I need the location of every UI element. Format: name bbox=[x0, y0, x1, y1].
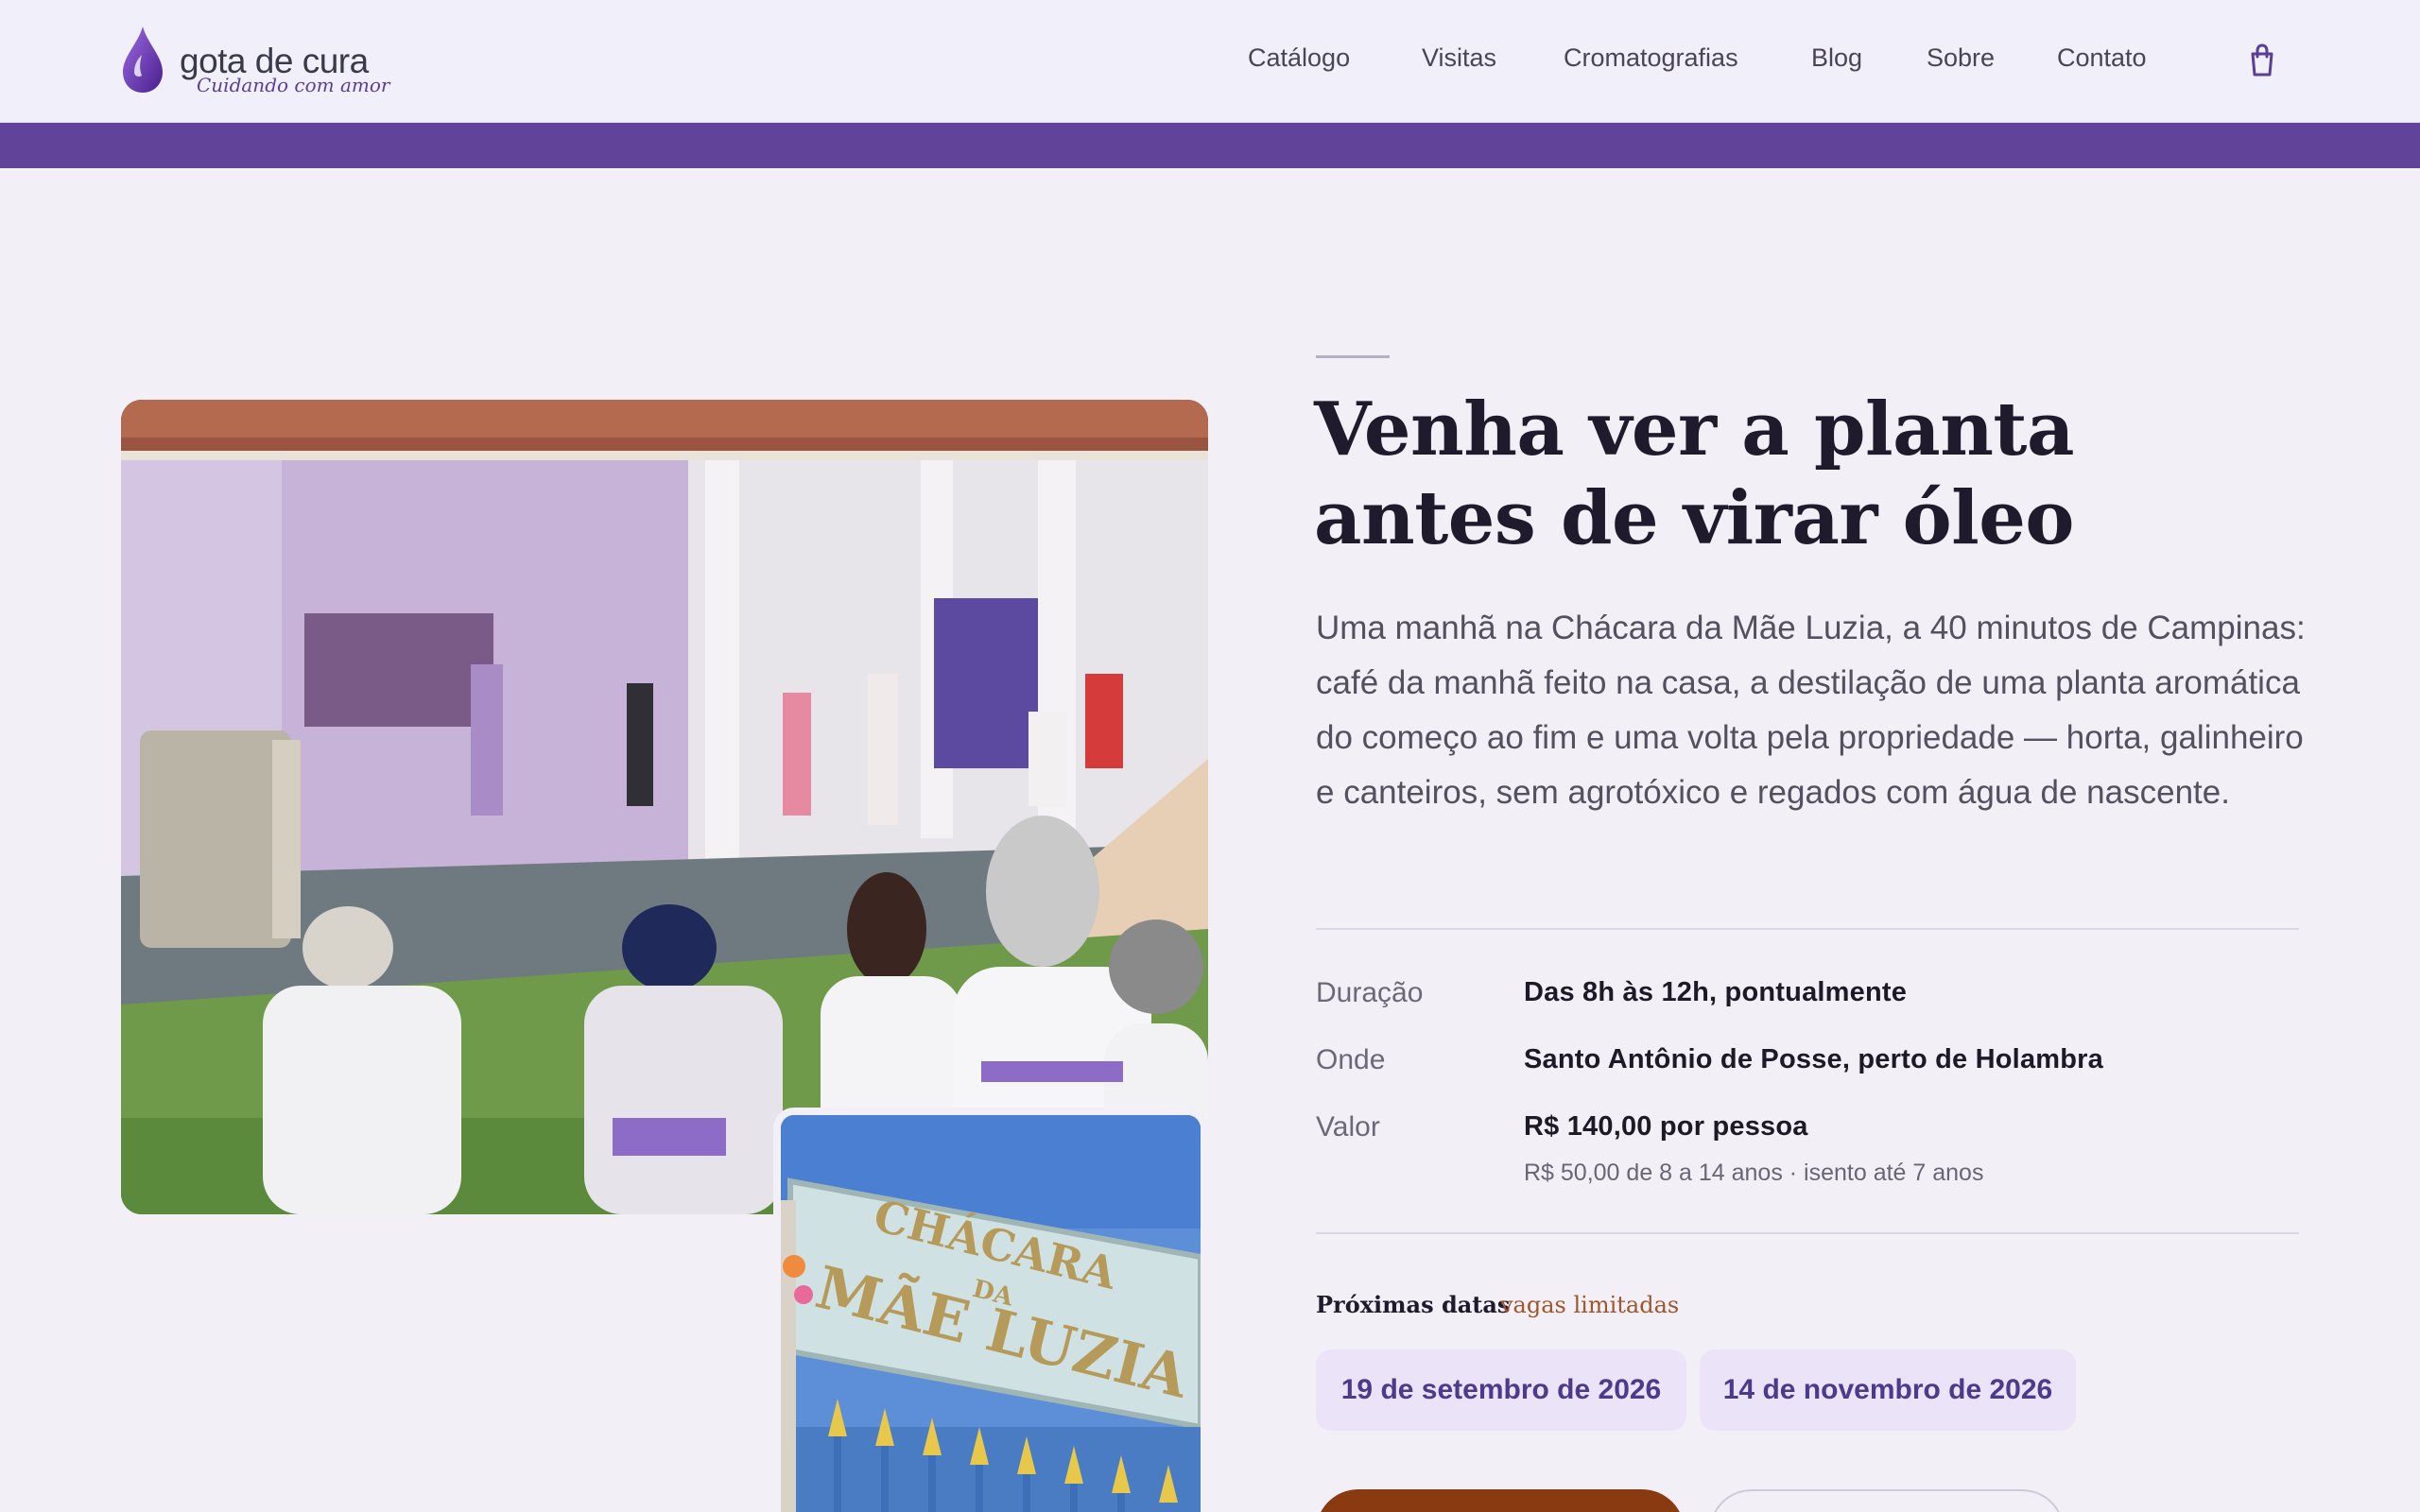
nav-link-sobre[interactable]: Sobre bbox=[1927, 43, 1995, 73]
nav-link-visitas[interactable]: Visitas bbox=[1422, 43, 1496, 73]
secondary-action-button[interactable] bbox=[1709, 1489, 2065, 1512]
date-chip-september[interactable]: 19 de setembro de 2026 bbox=[1316, 1349, 1686, 1431]
upcoming-dates-heading: Próximas datas bbox=[1316, 1291, 1511, 1318]
detail-label-location: Onde bbox=[1316, 1044, 1386, 1075]
drop-icon bbox=[123, 26, 163, 93]
accent-band bbox=[0, 123, 2420, 168]
date-chip-november[interactable]: 14 de novembro de 2026 bbox=[1700, 1349, 2076, 1431]
nav-link-cromatografias[interactable]: Cromatografias bbox=[1564, 43, 1738, 73]
book-visit-button[interactable] bbox=[1316, 1489, 1685, 1512]
detail-value-price: R$ 140,00 por pessoa bbox=[1524, 1111, 1808, 1142]
detail-label-duration: Duração bbox=[1316, 977, 1424, 1008]
site-header: gota de cura Cuidando com amor Catálogo … bbox=[0, 0, 2420, 123]
visit-group-photo bbox=[121, 400, 1208, 1214]
intro-paragraph: Uma manhã na Chácara da Mãe Luzia, a 40 … bbox=[1316, 610, 2306, 811]
limited-spots-badge: vagas limitadas bbox=[1500, 1292, 1680, 1318]
page-title-line1: Venha ver a planta bbox=[1314, 387, 2074, 472]
nav-link-blog[interactable]: Blog bbox=[1811, 43, 1862, 73]
details-divider-bottom bbox=[1316, 1232, 2299, 1234]
detail-price-note: R$ 50,00 de 8 a 14 anos · isento até 7 a… bbox=[1524, 1160, 1984, 1186]
page-title-line2: antes de virar óleo bbox=[1314, 475, 2074, 561]
title-accent-rule bbox=[1316, 355, 1390, 358]
farm-entrance-photo: CHÁCARA DA MÃE LUZIA bbox=[773, 1108, 1208, 1512]
detail-value-location: Santo Antônio de Posse, perto de Holambr… bbox=[1524, 1044, 2103, 1074]
site-logo[interactable]: gota de cura Cuidando com amor bbox=[121, 25, 389, 100]
logo-tagline: Cuidando com amor bbox=[197, 74, 390, 96]
detail-value-duration: Das 8h às 12h, pontualmente bbox=[1524, 977, 1908, 1007]
page-title: Venha ver a planta antes de virar óleo bbox=[1314, 386, 2259, 563]
detail-label-price: Valor bbox=[1316, 1111, 1380, 1143]
nav-link-catalogo[interactable]: Catálogo bbox=[1248, 43, 1350, 73]
shopping-bag-icon[interactable] bbox=[2248, 43, 2276, 77]
details-divider-top bbox=[1316, 928, 2299, 930]
nav-link-contato[interactable]: Contato bbox=[2057, 43, 2147, 73]
